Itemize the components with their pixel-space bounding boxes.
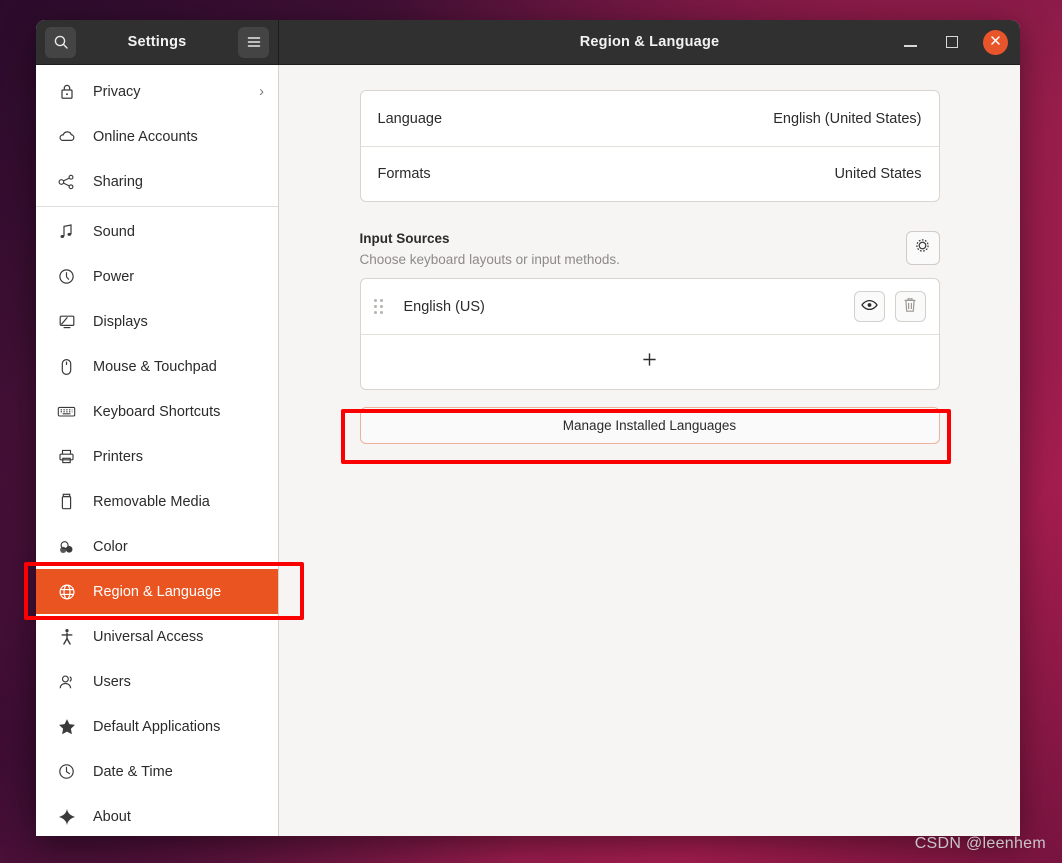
sidebar: Privacy › Online Accounts Sharing Sound …	[36, 65, 279, 836]
minimize-button[interactable]	[899, 31, 921, 53]
title-bar-content-section: Region & Language	[279, 20, 1020, 64]
minimize-icon	[903, 45, 917, 47]
sidebar-item-users[interactable]: Users	[36, 659, 278, 704]
search-button[interactable]	[45, 26, 76, 58]
music-note-icon	[56, 223, 77, 240]
usb-drive-icon	[56, 493, 77, 511]
input-source-options-button[interactable]	[905, 231, 940, 265]
language-label: Language	[377, 110, 443, 127]
app-title: Settings	[127, 34, 187, 50]
title-bar-sidebar-section: Settings	[36, 20, 279, 64]
sidebar-separator	[36, 206, 278, 207]
sidebar-item-universal-access[interactable]: Universal Access	[36, 614, 278, 659]
sidebar-item-keyboard-shortcuts[interactable]: Keyboard Shortcuts	[36, 389, 278, 434]
share-nodes-icon	[56, 174, 77, 190]
cloud-icon	[56, 130, 77, 143]
input-source-label: English (US)	[403, 298, 485, 315]
sidebar-item-power[interactable]: Power	[36, 254, 278, 299]
sidebar-item-default-applications[interactable]: Default Applications	[36, 704, 278, 749]
sidebar-item-printers[interactable]: Printers	[36, 434, 278, 479]
input-sources-header: Input Sources Choose keyboard layouts or…	[360, 231, 940, 267]
sidebar-item-label: Displays	[93, 313, 148, 330]
sidebar-item-label: Sharing	[93, 173, 143, 190]
sidebar-item-color[interactable]: Color	[36, 524, 278, 569]
formats-row[interactable]: Formats United States	[360, 146, 939, 201]
sidebar-item-label: Online Accounts	[93, 128, 198, 145]
sidebar-item-label: Date & Time	[93, 763, 173, 780]
hamburger-menu-icon	[246, 35, 262, 49]
manage-installed-languages-button[interactable]: Manage Installed Languages	[359, 407, 940, 444]
trash-icon	[903, 297, 917, 317]
color-circles-icon	[56, 539, 77, 555]
sidebar-item-label: Region & Language	[93, 583, 222, 600]
input-sources-card: English (US)	[359, 278, 940, 390]
gear-icon	[914, 237, 931, 259]
drag-handle-icon[interactable]	[373, 299, 386, 314]
remove-input-source-button[interactable]	[894, 291, 926, 322]
sidebar-item-label: Mouse & Touchpad	[93, 358, 217, 375]
sidebar-item-sound[interactable]: Sound	[36, 209, 278, 254]
close-button[interactable]	[983, 29, 1008, 55]
language-value: English (United States)	[773, 110, 922, 127]
language-row[interactable]: Language English (United States)	[361, 91, 939, 146]
formats-value: United States	[834, 166, 922, 182]
sidebar-item-label: Sound	[93, 223, 135, 240]
watermark-text: CSDN @leenhem	[914, 835, 1046, 852]
input-source-row[interactable]: English (US)	[361, 279, 939, 334]
sidebar-item-removable-media[interactable]: Removable Media	[36, 479, 278, 524]
plus-icon	[642, 352, 657, 372]
search-icon	[53, 34, 69, 50]
input-sources-title: Input Sources	[359, 231, 450, 246]
users-icon	[56, 674, 77, 690]
sidebar-item-displays[interactable]: Displays	[36, 299, 278, 344]
preview-layout-button[interactable]	[853, 291, 885, 322]
sidebar-item-date-time[interactable]: Date & Time	[36, 749, 278, 794]
sidebar-item-label: About	[93, 808, 131, 825]
sidebar-item-online-accounts[interactable]: Online Accounts	[36, 114, 278, 159]
sidebar-item-sharing[interactable]: Sharing	[36, 159, 278, 204]
lock-icon	[56, 83, 77, 100]
add-input-source-button[interactable]	[360, 334, 939, 389]
sidebar-item-privacy[interactable]: Privacy ›	[36, 69, 278, 114]
sidebar-item-label: Power	[93, 268, 135, 285]
input-sources-subtitle: Choose keyboard layouts or input methods…	[359, 252, 620, 267]
sidebar-item-label: Printers	[93, 448, 143, 465]
content-inner: Language English (United States) Formats…	[359, 90, 940, 444]
title-bar: Settings Region & Language	[36, 20, 1020, 65]
sidebar-item-label: Keyboard Shortcuts	[93, 403, 221, 420]
globe-icon	[56, 583, 77, 601]
eye-icon	[860, 299, 878, 315]
input-source-actions	[853, 291, 926, 322]
sidebar-item-label: Privacy	[93, 83, 141, 100]
sidebar-item-label: Default Applications	[93, 718, 221, 735]
settings-window: Settings Region & Language Privacy › Onl…	[36, 20, 1020, 836]
chevron-right-icon: ›	[259, 83, 264, 100]
locale-card: Language English (United States) Formats…	[359, 90, 940, 202]
clock-icon	[56, 763, 77, 780]
accessibility-icon	[56, 628, 77, 646]
power-icon	[56, 268, 77, 285]
sidebar-item-region-language[interactable]: Region & Language	[36, 569, 278, 614]
formats-label: Formats	[377, 166, 431, 182]
printer-icon	[56, 448, 77, 465]
window-controls	[899, 29, 1008, 55]
close-icon	[990, 33, 1001, 51]
input-sources-titles: Input Sources Choose keyboard layouts or…	[360, 231, 906, 267]
maximize-icon	[946, 36, 958, 48]
window-body: Privacy › Online Accounts Sharing Sound …	[36, 65, 1020, 836]
sidebar-item-about[interactable]: About	[36, 794, 278, 836]
keyboard-icon	[56, 405, 77, 418]
content-area: Language English (United States) Formats…	[279, 65, 1020, 836]
sidebar-item-label: Universal Access	[93, 628, 204, 645]
maximize-button[interactable]	[941, 31, 963, 53]
display-icon	[56, 314, 77, 329]
sidebar-item-label: Users	[93, 673, 131, 690]
sidebar-item-label: Removable Media	[93, 493, 210, 510]
sidebar-item-mouse-touchpad[interactable]: Mouse & Touchpad	[36, 344, 278, 389]
mouse-icon	[56, 358, 77, 376]
main-menu-button[interactable]	[238, 26, 269, 58]
sparkle-icon	[56, 808, 77, 826]
sidebar-item-label: Color	[93, 538, 128, 555]
star-icon	[56, 718, 77, 735]
